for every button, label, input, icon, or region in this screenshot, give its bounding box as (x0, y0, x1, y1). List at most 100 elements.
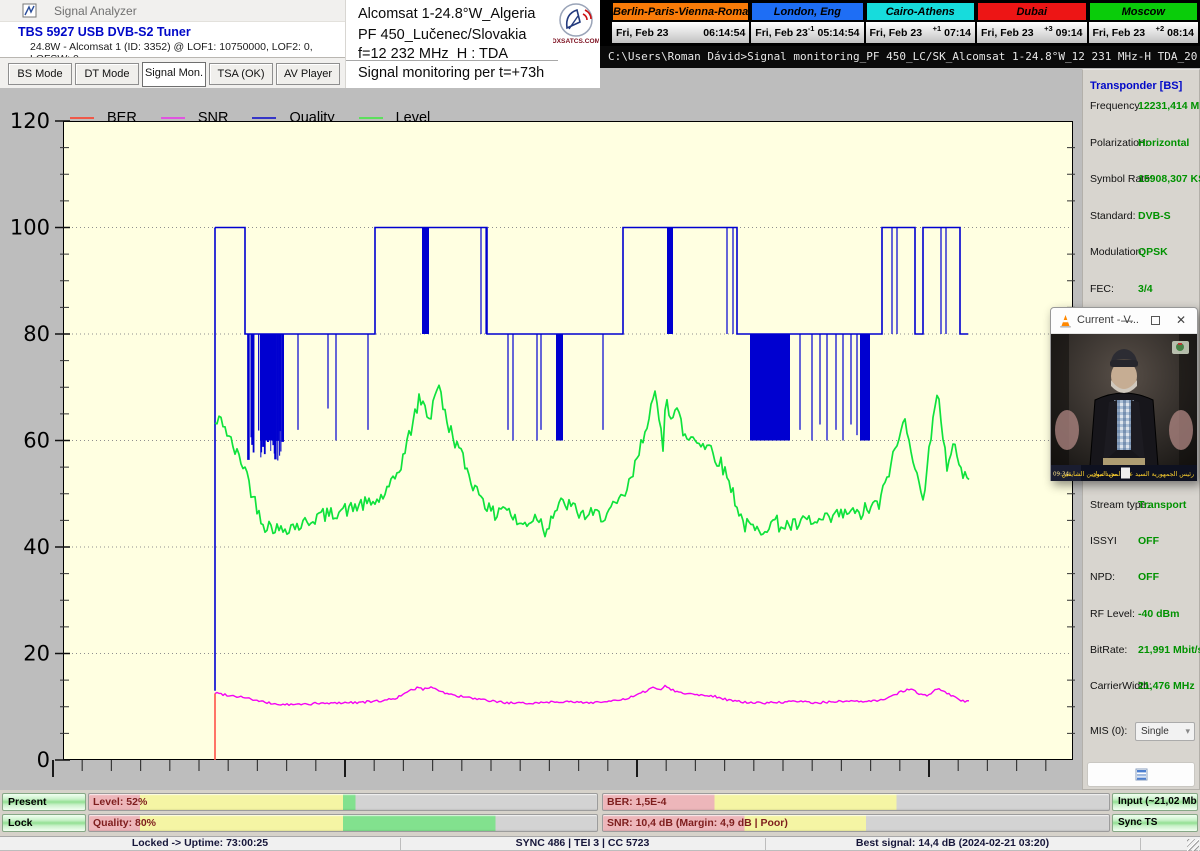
signal-plot: 020406080100120 (63, 121, 1073, 760)
vlc-cone-icon (1059, 314, 1072, 328)
maximize-button[interactable] (1147, 313, 1163, 329)
y-axis-label: 20 (23, 642, 50, 666)
quality-dropout-block (750, 334, 790, 441)
tab-bar: BS ModeDT ModeSignal Mon.TSA (OK)AV Play… (0, 57, 345, 88)
clock-utc-offset: +1 (933, 24, 942, 33)
channel-logo (1172, 341, 1189, 354)
minimize-button[interactable]: — (1119, 313, 1135, 329)
list-icon (1135, 768, 1148, 781)
clock-time-row: Fri, Feb 2306:14:54 (612, 22, 749, 43)
transponder-row-value: QPSK (1138, 246, 1168, 258)
resize-grip[interactable] (1187, 839, 1199, 851)
tab-signal-mon-[interactable]: Signal Mon. (142, 62, 206, 87)
clock-cairo-athens: Cairo-AthensFri, Feb 23+107:14 (866, 2, 976, 44)
tuner-info-block: TBS 5927 USB DVB-S2 Tuner 24.8W - Alcoms… (0, 22, 345, 57)
transponder-row-label: BitRate: (1090, 644, 1127, 656)
dxsatcs-logo: DXSATCS.COM (553, 2, 599, 46)
transponder-row-value: -40 dBm (1138, 608, 1179, 620)
y-axis-label: 60 (23, 429, 50, 453)
header-satellite-line: Alcomsat 1-24.8°W_Algeria (358, 6, 535, 22)
news-ticker: رئيس الجمهورية السيد عبد المجيد تبون من … (1051, 465, 1197, 481)
clock-date: Fri, Feb 23 (981, 27, 1044, 39)
signal-analyzer-app: Signal Analyzer TBS 5927 USB DVB-S2 Tune… (0, 0, 1200, 850)
transponder-row-label: ISSYI (1090, 535, 1117, 547)
progress-bar: BER: 1,5E-4 (602, 793, 1110, 811)
transponder-list-button[interactable] (1087, 762, 1195, 787)
progress-bar-label: Level: 52% (93, 796, 147, 808)
progress-bar: Quality: 80% (88, 814, 598, 832)
window-titlebar: Signal Analyzer (0, 0, 345, 22)
transponder-row-label: Frequency: (1090, 100, 1143, 112)
indicator-row: Lock Quality: 80% SNR: 10,4 dB (Margin: 4,… (0, 814, 1200, 832)
quality-dropout-block (667, 228, 673, 335)
tab-dt-mode[interactable]: DT Mode (75, 63, 139, 85)
clock-time-row: Fri, Feb 23-105:14:54 (751, 22, 863, 43)
header-site-line: PF 450_Lučenec/Slovakia (358, 27, 526, 43)
progress-bar-label: BER: 1,5E-4 (607, 796, 667, 808)
status-badge-lock: Lock (2, 814, 86, 832)
vlc-titlebar[interactable]: Current - V... — ✕ (1051, 308, 1197, 334)
clock-time-row: Fri, Feb 23+107:14 (866, 22, 976, 43)
monitoring-header-panel: Alcomsat 1-24.8°W_Algeria PF 450_Lučenec… (345, 0, 600, 88)
transponder-row-label: NPD: (1090, 571, 1115, 583)
y-axis-label: 40 (23, 535, 50, 559)
clock-utc-offset: +3 (1044, 24, 1053, 33)
transponder-row-value: OFF (1138, 535, 1159, 547)
quality-trace (215, 228, 968, 335)
chart-area: BERSNRQualityLevel 020406080100120 (0, 88, 1082, 790)
y-axis-label: 100 (10, 216, 50, 240)
clock-time-value: 05:14:54 (817, 27, 859, 39)
legend-color-dash (161, 117, 185, 119)
window-title: Signal Analyzer (54, 4, 137, 18)
tab-bs-mode[interactable]: BS Mode (8, 63, 72, 85)
app-icon (22, 3, 37, 18)
clock-utc-offset: +2 (1156, 24, 1165, 33)
clock-utc-offset: -1 (808, 24, 815, 33)
clock-city-label: Cairo-Athens (866, 2, 976, 21)
clock-city-label: Moscow (1089, 2, 1199, 21)
clock-city-label: London, Eng (751, 2, 863, 21)
indicator-bars-area: Present Level: 52% BER: 1,5E-4 Input (~21,0… (0, 790, 1200, 836)
clock-time-row: Fri, Feb 23+208:14 (1089, 22, 1199, 43)
status-badge-right: Sync TS (1112, 814, 1198, 832)
clock-city-label: Dubai (977, 2, 1087, 21)
transponder-row-label: FEC: (1090, 283, 1114, 295)
clock-time-value: 07:14 (944, 27, 971, 39)
transponder-row-value: 15908,307 KS/s (1138, 173, 1200, 185)
progress-bar-label: Quality: 80% (93, 817, 156, 829)
quality-dropout-block (860, 334, 870, 441)
transponder-row-label: RF Level: (1090, 608, 1135, 620)
status-divider (765, 838, 766, 850)
mis-select[interactable]: Single ▾ (1135, 722, 1195, 741)
progress-bar: Level: 52% (88, 793, 598, 811)
close-icon[interactable]: ✕ (1173, 313, 1189, 329)
armchair-right (1169, 410, 1193, 450)
transponder-row-value: 3/4 (1138, 283, 1153, 295)
status-badge-present: Present (2, 793, 86, 811)
header-duration-line: Signal monitoring per t=+73h (358, 65, 544, 81)
world-clocks: Berlin-Paris-Vienna-RomaFri, Feb 2306:14… (600, 0, 1200, 46)
tab-av-player[interactable]: AV Player (276, 63, 340, 85)
transponder-row-value: 12231,414 MHz (1138, 100, 1200, 112)
vlc-video-window[interactable]: Current - V... — ✕ (1050, 307, 1198, 481)
transponder-row-value: Transport (1138, 499, 1186, 511)
legend-color-dash (252, 117, 276, 119)
chevron-down-icon: ▾ (1185, 723, 1190, 740)
clock-date: Fri, Feb 23 (870, 27, 933, 39)
quality-dropout-block (556, 334, 563, 441)
quality-dropout-block (422, 228, 429, 335)
y-axis-label: 120 (10, 109, 50, 133)
legend-color-dash (359, 117, 383, 119)
clock-city-label: Berlin-Paris-Vienna-Roma (612, 2, 749, 21)
clock-time-value: 09:14 (1056, 27, 1083, 39)
vlc-video-content[interactable]: رئيس الجمهورية السيد عبد المجيد تبون من … (1051, 334, 1197, 481)
transponder-row-label: Standard: (1090, 210, 1136, 222)
header-divider (346, 60, 558, 61)
tab-tsa-ok-[interactable]: TSA (OK) (209, 63, 273, 85)
status-badge-right: Input (~21,02 Mbps) (1112, 793, 1198, 811)
status-best-signal: Best signal: 14,4 dB (2024-02-21 03:20) (765, 837, 1140, 851)
status-bar: Locked -> Uptime: 73:00:25 SYNC 486 | TE… (0, 836, 1200, 850)
progress-bar-label: SNR: 10,4 dB (Margin: 4,9 dB | Poor) (607, 817, 788, 829)
status-uptime: Locked -> Uptime: 73:00:25 (0, 837, 400, 851)
armchair-left (1055, 410, 1079, 450)
